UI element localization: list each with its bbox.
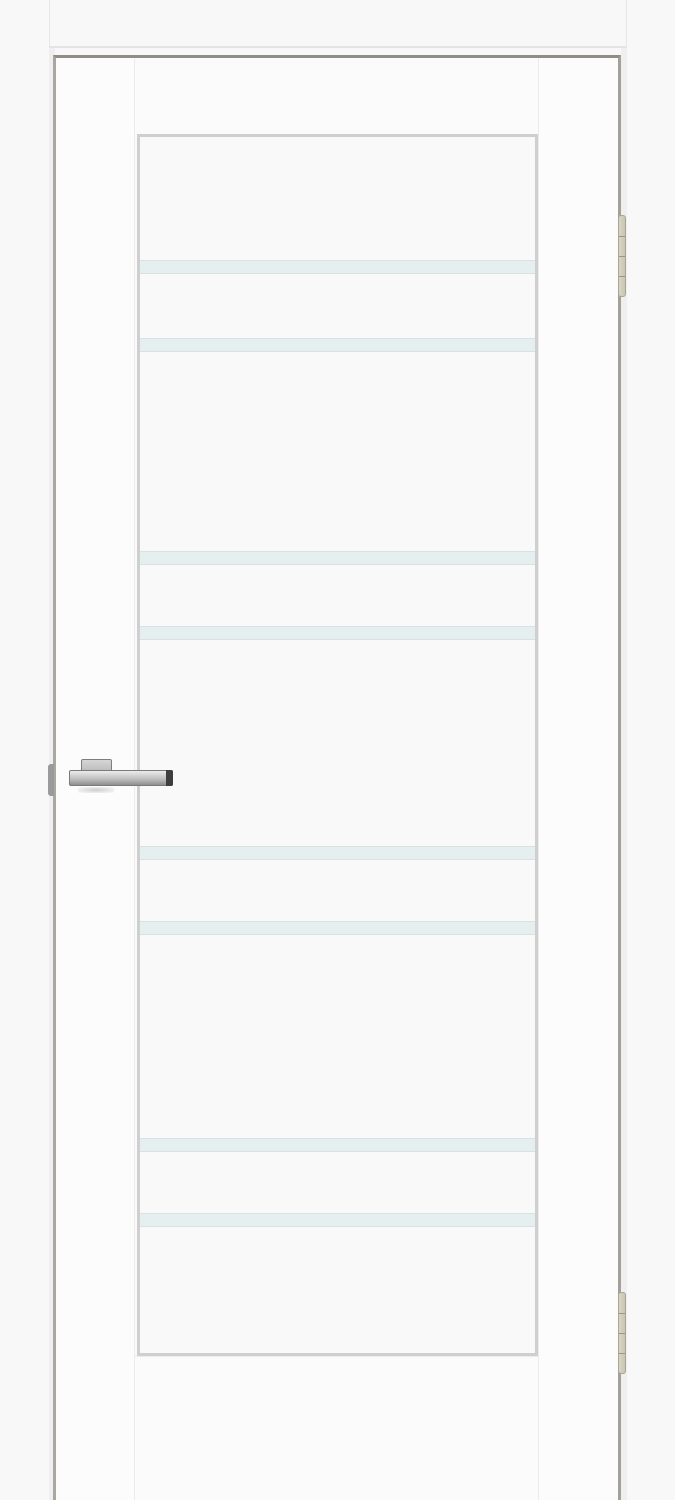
glass-strip [140,551,535,565]
glass-strip [140,846,535,860]
door-handle[interactable] [69,770,173,786]
right-stile [538,58,618,1500]
bottom-rail [135,1356,538,1500]
hinge-icon [618,215,626,297]
glass-strip [140,921,535,935]
glass-strip [140,338,535,352]
hinge-icon [618,1292,626,1374]
glass-strip [140,1213,535,1227]
glass-strip [140,626,535,640]
glass-strip [140,260,535,274]
handle-end-cap [166,770,173,786]
door-header-casing [49,0,627,48]
handle-shadow [78,787,114,793]
latch-shadow [48,764,54,796]
center-panel [137,134,538,1356]
glass-strip [140,1138,535,1152]
top-rail [135,58,538,134]
door-scene [0,0,675,1500]
